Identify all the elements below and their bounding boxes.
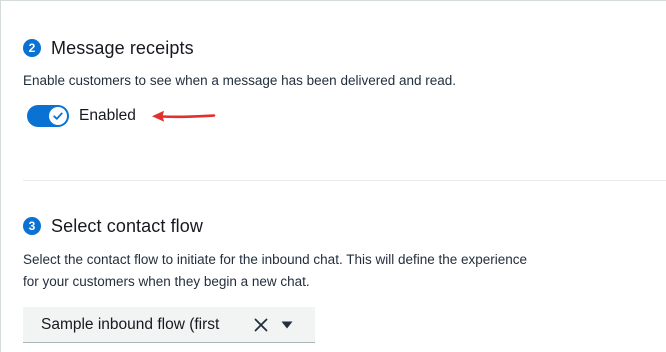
contact-flow-select[interactable]: Sample inbound flow (first [23,307,315,343]
toggle-label: Enabled [79,107,136,124]
contact-flow-description: Select the contact flow to initiate for … [23,249,623,293]
contact-flow-section: 3 Select contact flow Select the contact… [23,215,666,343]
message-receipts-toggle-row: Enabled [23,104,666,128]
check-icon [53,112,63,120]
section-divider [23,180,666,181]
contact-flow-description-line-1: Select the contact flow to initiate for … [23,252,528,267]
step-number-badge: 2 [23,39,41,57]
contact-flow-title: Select contact flow [51,215,203,236]
message-receipts-title: Message receipts [51,37,194,58]
message-receipts-section: 2 Message receipts Enable customers to s… [23,37,666,128]
contact-flow-description-line-2: for your customers when they begin a new… [23,274,310,289]
contact-flow-header: 3 Select contact flow [23,215,666,237]
message-receipts-toggle[interactable] [27,105,69,127]
message-receipts-header: 2 Message receipts [23,37,666,59]
toggle-knob [49,107,67,125]
chat-settings-panel: 2 Message receipts Enable customers to s… [0,0,666,352]
message-receipts-description: Enable customers to see when a message h… [23,73,457,88]
caret-down-icon[interactable] [281,321,293,329]
contact-flow-select-value: Sample inbound flow (first [41,315,220,333]
annotation-arrow-icon [151,110,216,122]
step-number-badge: 3 [23,217,41,235]
close-icon[interactable] [252,316,270,334]
